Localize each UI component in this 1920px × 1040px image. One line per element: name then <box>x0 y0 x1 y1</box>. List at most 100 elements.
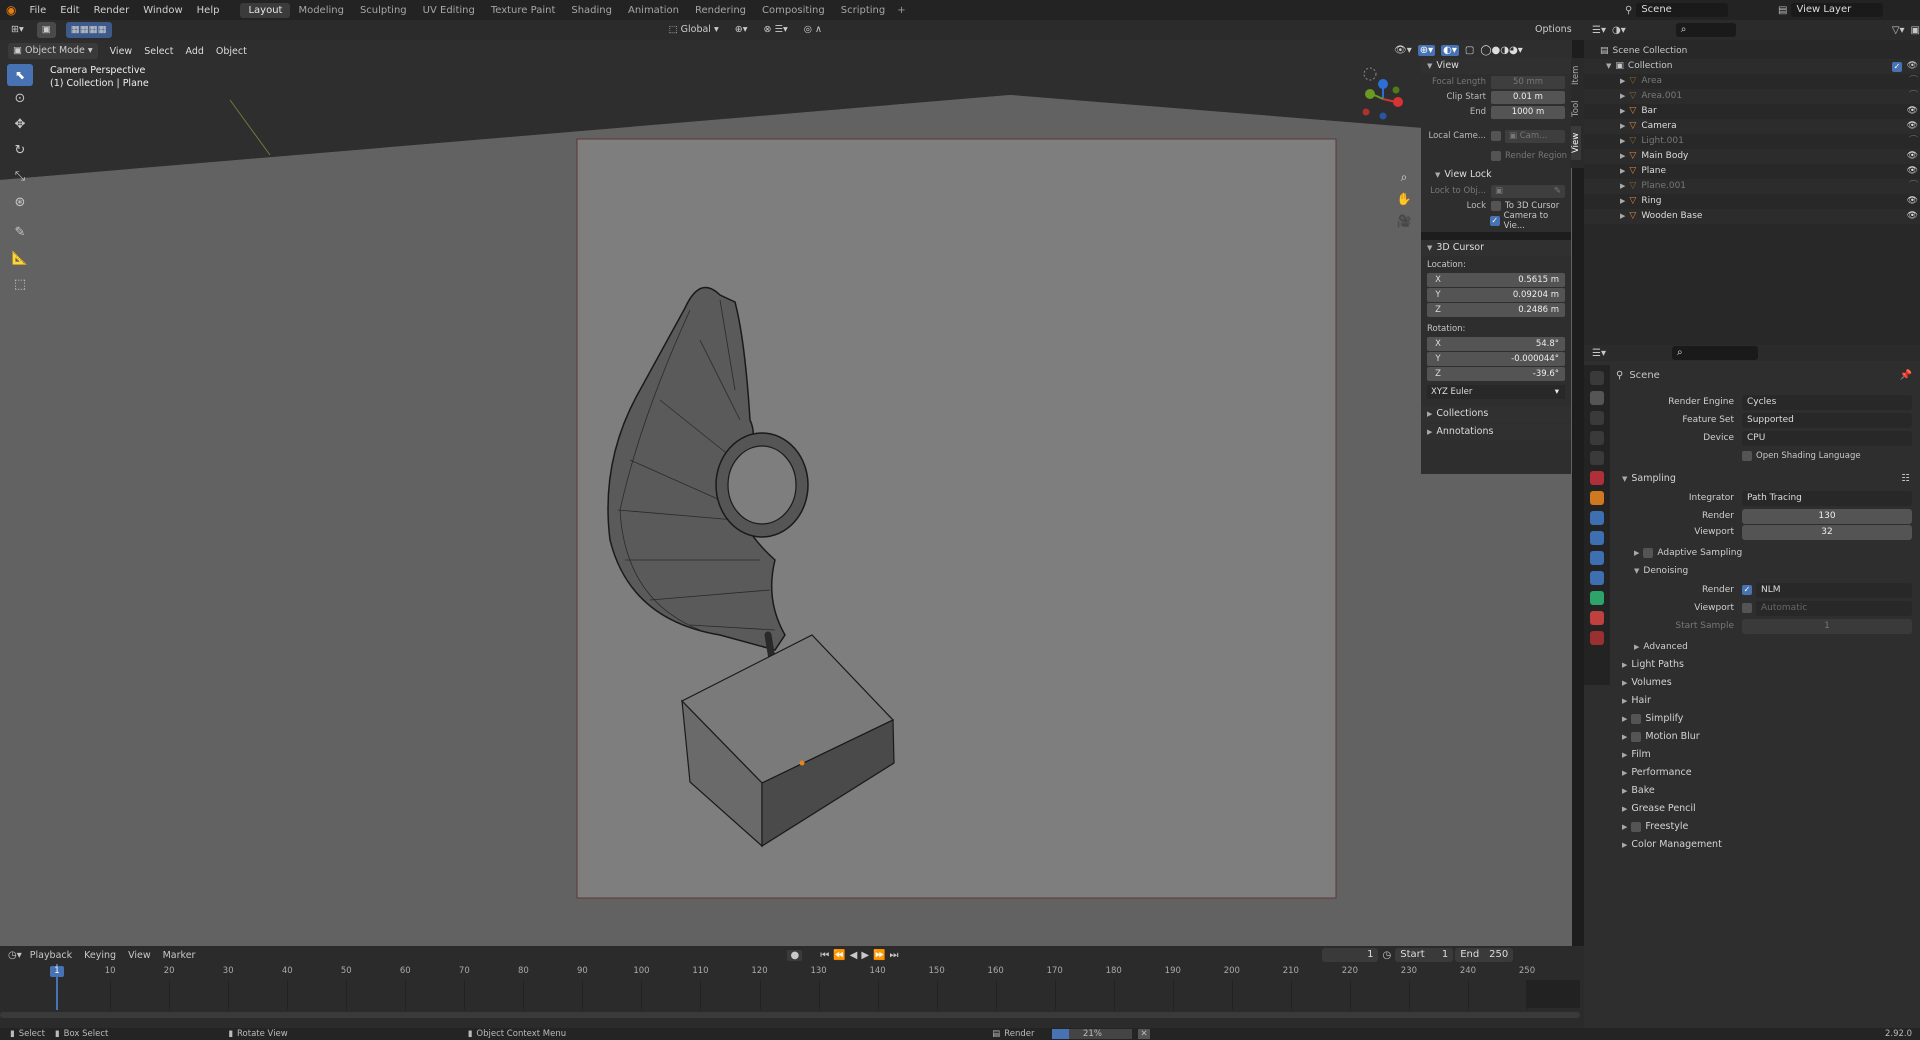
world-tab-icon[interactable] <box>1590 471 1604 485</box>
modifier-tab-icon[interactable] <box>1590 511 1604 525</box>
outliner-editor-icon[interactable]: ☰▾ <box>1592 25 1606 36</box>
start-frame-field[interactable]: Start 1 <box>1395 948 1454 962</box>
gizmo-toggle-icon[interactable]: ⊕▾ <box>1417 44 1436 56</box>
current-frame-field[interactable]: 1 <box>1322 948 1379 962</box>
tab-animation[interactable]: Animation <box>620 3 687 18</box>
cursor-rotation-x[interactable]: X 54.8° <box>1427 337 1565 351</box>
eye-icon[interactable]: ⌒ <box>1909 74 1918 89</box>
outliner-item-main-body[interactable]: ▶ ▽ Main Body 👁 <box>1584 149 1920 164</box>
eye-icon[interactable]: 👁 <box>1907 119 1918 134</box>
section-bake[interactable]: ▶ Bake <box>1612 782 1918 800</box>
expand-icon[interactable]: ▶ <box>1620 74 1625 89</box>
outliner-item-camera[interactable]: ▶ ▽ Camera 👁 <box>1584 119 1920 134</box>
section-checkbox[interactable] <box>1631 821 1642 832</box>
transform-tool[interactable]: ⊛ <box>7 190 33 216</box>
cursor-location-x[interactable]: X 0.5615 m <box>1427 273 1565 287</box>
clock-icon[interactable]: ◷ <box>1382 950 1391 961</box>
list-icon[interactable]: ☷ <box>1901 470 1910 488</box>
eye-icon[interactable]: 👁 <box>1907 149 1918 164</box>
denoise-render-checkbox[interactable]: ✓ <box>1742 585 1752 595</box>
scale-tool[interactable]: ⤡ <box>7 164 33 190</box>
scene-tab-icon[interactable] <box>1590 451 1604 465</box>
rotation-mode-dropdown[interactable]: XYZ Euler ▾ <box>1427 385 1565 399</box>
particles-tab-icon[interactable] <box>1590 531 1604 545</box>
outliner-item-bar[interactable]: ▶ ▽ Bar 👁 <box>1584 104 1920 119</box>
new-collection-icon[interactable]: ▣ <box>1911 25 1920 36</box>
menu-help[interactable]: Help <box>190 5 227 16</box>
render-tab-icon[interactable] <box>1590 391 1604 405</box>
scene-selector[interactable]: ⚲ Scene <box>1625 3 1729 17</box>
lock-object-field[interactable]: ▣ ✎ <box>1491 184 1565 198</box>
camera-to-view-checkbox[interactable]: ✓ <box>1489 216 1500 226</box>
section-checkbox[interactable] <box>1631 713 1642 724</box>
cursor-tool[interactable]: ⊙ <box>7 86 33 112</box>
view-layer-selector[interactable]: ▤ View Layer <box>1778 3 1884 17</box>
start-sample-field[interactable]: 1 <box>1742 618 1912 634</box>
viewport-menu-view[interactable]: View <box>110 46 133 57</box>
proportional-edit-toggle[interactable]: ◎ ∧ <box>798 22 827 38</box>
end-frame-field[interactable]: End 250 <box>1455 948 1514 962</box>
adaptive-sampling-checkbox[interactable] <box>1643 547 1654 558</box>
cursor-location-z[interactable]: Z 0.2486 m <box>1427 303 1565 317</box>
options-dropdown[interactable]: Options ▾ <box>1530 22 1584 51</box>
view-lock-header[interactable]: ▼ View Lock <box>1421 167 1571 183</box>
overlay-toggle-icon[interactable]: ◐▾ <box>1441 44 1459 56</box>
expand-icon[interactable]: ▶ <box>1620 179 1625 194</box>
local-camera-checkbox[interactable] <box>1491 131 1501 141</box>
section-checkbox[interactable] <box>1631 731 1642 742</box>
expand-icon[interactable]: ▶ <box>1620 194 1625 209</box>
timeline-menu-view[interactable]: View <box>128 950 151 961</box>
display-mode-icon[interactable]: ◑▾ <box>1612 25 1626 36</box>
expand-icon[interactable]: ▶ <box>1620 89 1625 104</box>
rotate-tool[interactable]: ↻ <box>7 138 33 164</box>
eye-icon[interactable]: 👁 <box>1907 209 1918 224</box>
collection-checkbox[interactable]: ✓ <box>1892 61 1902 72</box>
timeline-ruler[interactable]: 1102030405060708090100110120130140150160… <box>0 964 1584 1024</box>
tab-rendering[interactable]: Rendering <box>687 3 754 18</box>
shading-modes-icon[interactable]: ◯●◑◕▾ <box>1480 45 1522 56</box>
eye-icon[interactable]: 👁 <box>1907 59 1918 74</box>
annotate-tool[interactable]: ✎ <box>7 220 33 246</box>
view-layer-field[interactable]: View Layer <box>1791 3 1884 17</box>
cursor-rotation-y[interactable]: Y -0.000044° <box>1427 352 1565 366</box>
blender-logo-icon[interactable]: ◉ <box>6 3 16 17</box>
section-simplify[interactable]: ▶ Simplify <box>1612 710 1918 728</box>
xray-toggle-icon[interactable]: ▢ <box>1465 45 1474 56</box>
render-samples-field[interactable]: 130 <box>1742 508 1912 524</box>
measure-tool[interactable]: 📐 <box>7 246 33 272</box>
record-icon[interactable]: ● <box>787 949 803 961</box>
section-volumes[interactable]: ▶ Volumes <box>1612 674 1918 692</box>
tab-sculpting[interactable]: Sculpting <box>352 3 415 18</box>
integrator-dropdown[interactable]: Path Tracing <box>1742 490 1912 506</box>
outliner-item-wooden-base[interactable]: ▶ ▽ Wooden Base 👁 <box>1584 209 1920 224</box>
object-mode-dropdown[interactable]: ▣ Object Mode ▾ <box>8 43 98 59</box>
physics-tab-icon[interactable] <box>1590 551 1604 565</box>
outliner-item-area[interactable]: ▶ ▽ Area ⌒ <box>1584 74 1920 89</box>
3d-viewport[interactable]: ▣ Object Mode ▾ View Select Add Object Came… <box>0 40 1572 946</box>
snap-toggle[interactable]: ⊗ ☰▾ <box>758 22 793 38</box>
lock-to-cursor-checkbox[interactable] <box>1491 201 1501 211</box>
select-mode-buttons[interactable]: ▦▦▦▦ <box>65 22 112 38</box>
outliner-item-ring[interactable]: ▶ ▽ Ring 👁 <box>1584 194 1920 209</box>
gizmo-x-axis[interactable] <box>1393 97 1403 107</box>
viewport-menu-select[interactable]: Select <box>144 46 173 57</box>
constraints-tab-icon[interactable] <box>1590 571 1604 585</box>
add-workspace-icon[interactable]: + <box>897 5 905 16</box>
menu-window[interactable]: Window <box>136 5 189 16</box>
collection-row[interactable]: ▼ ▣ Collection ✓ 👁 <box>1584 59 1920 74</box>
denoise-viewport-checkbox[interactable] <box>1742 603 1752 613</box>
cursor-rotation-z[interactable]: Z -39.6° <box>1427 367 1565 381</box>
eye-icon[interactable]: 👁 <box>1907 164 1918 179</box>
timeline-editor-icon[interactable]: ◷▾ <box>8 950 22 961</box>
adaptive-sampling-header[interactable]: ▶ Adaptive Sampling <box>1612 544 1918 562</box>
render-engine-dropdown[interactable]: Cycles <box>1742 394 1912 410</box>
camera-view-toggle-icon[interactable] <box>1363 67 1377 81</box>
sampling-header[interactable]: ▼ Sampling ☷ <box>1612 470 1918 488</box>
section-hair[interactable]: ▶ Hair <box>1612 692 1918 710</box>
focal-length-field[interactable]: 50 mm <box>1491 75 1565 89</box>
timeline-menu-keying[interactable]: Keying <box>84 950 116 961</box>
tab-layout[interactable]: Layout <box>240 2 291 18</box>
material-tab-icon[interactable] <box>1590 611 1604 625</box>
tab-view[interactable]: View <box>1571 126 1581 160</box>
navigation-gizmo[interactable] <box>1358 66 1418 166</box>
